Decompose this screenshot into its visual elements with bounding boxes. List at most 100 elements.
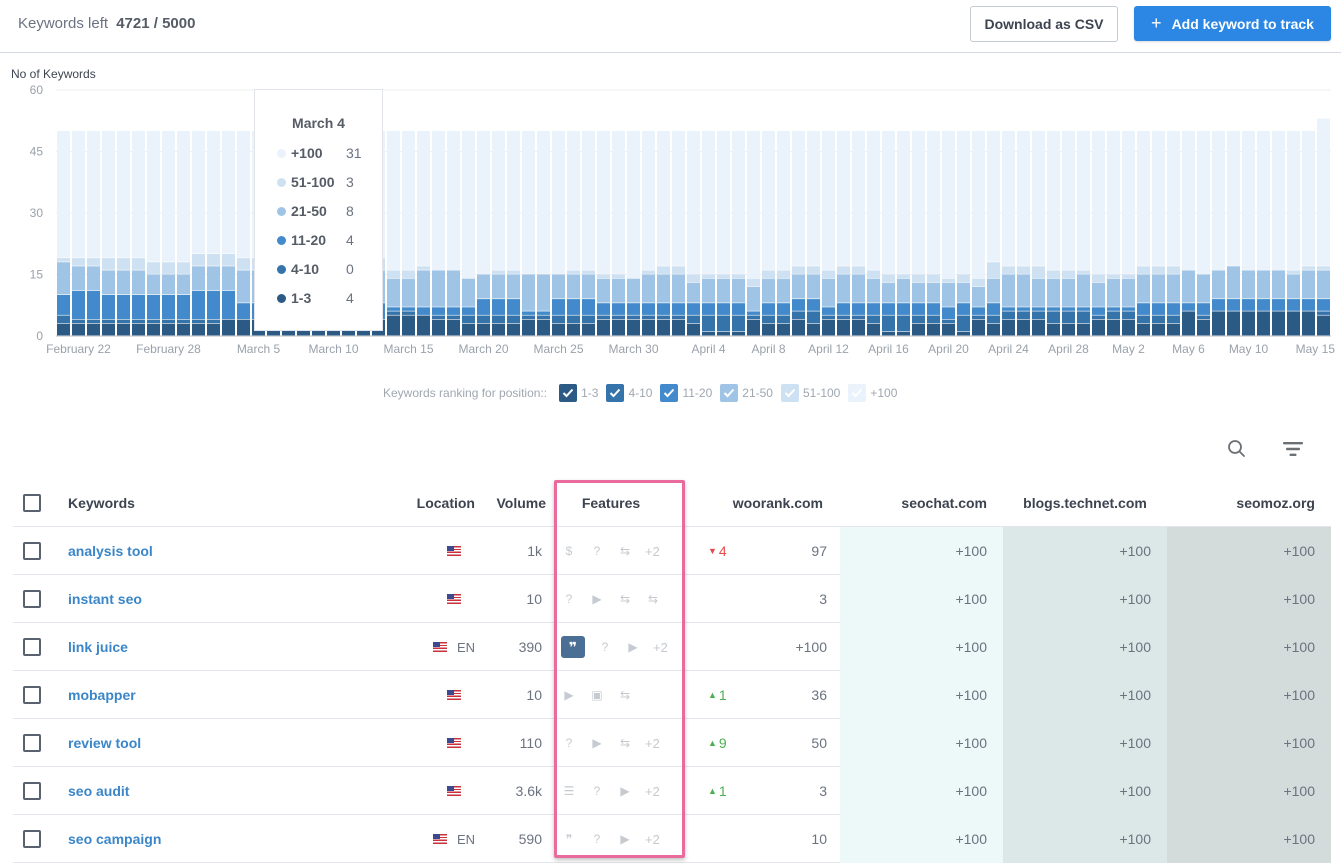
keyword-link[interactable]: analysis tool xyxy=(68,543,153,559)
header-seochat[interactable]: seochat.com xyxy=(840,479,987,527)
keyword-link[interactable]: link juice xyxy=(68,639,128,655)
bar-segment-1-3 xyxy=(1122,319,1135,336)
header-features[interactable]: Features xyxy=(556,479,666,527)
row-checkbox[interactable] xyxy=(23,782,41,800)
serp-feature-icon[interactable]: ? xyxy=(589,543,605,559)
more-features-count[interactable]: +2 xyxy=(645,832,660,847)
row-checkbox[interactable] xyxy=(23,686,41,704)
search-icon[interactable] xyxy=(1225,437,1249,461)
legend-toggle-1-3[interactable]: 1-3 xyxy=(559,384,598,402)
bar-segment-21-50 xyxy=(507,274,520,299)
select-all-checkbox[interactable] xyxy=(23,494,41,512)
bar-segment-+100 xyxy=(117,131,130,258)
row-checkbox[interactable] xyxy=(23,542,41,560)
serp-feature-icon[interactable]: ▣ xyxy=(589,687,605,703)
bar-segment-51-100 xyxy=(417,266,430,270)
bar-segment-51-100 xyxy=(657,266,670,274)
legend-label: 21-50 xyxy=(742,386,773,400)
bar-segment-+100 xyxy=(1182,131,1195,270)
keywords-left-value: 4721 / 5000 xyxy=(116,15,196,32)
y-tick-label: 45 xyxy=(30,145,44,159)
bar-segment-11-20 xyxy=(417,307,430,315)
more-features-count[interactable]: +2 xyxy=(645,544,660,559)
serp-feature-icon[interactable]: ▶ xyxy=(589,591,605,607)
legend-toggle-4-10[interactable]: 4-10 xyxy=(606,384,652,402)
bar-segment-21-50 xyxy=(492,274,505,299)
legend-toggle-11-20[interactable]: 11-20 xyxy=(660,384,712,402)
serp-feature-icon[interactable]: ▶ xyxy=(617,783,633,799)
header-location[interactable]: Location xyxy=(393,479,475,527)
bar-segment-51-100 xyxy=(912,274,925,283)
filter-icon[interactable] xyxy=(1281,437,1305,461)
bar-segment-1-3 xyxy=(1257,311,1270,336)
add-keyword-button[interactable]: + Add keyword to track xyxy=(1134,6,1331,41)
header-technet[interactable]: blogs.technet.com xyxy=(1003,479,1167,527)
header-seomoz[interactable]: seomoz.org xyxy=(1167,479,1315,527)
serp-feature-icon[interactable]: ? xyxy=(589,783,605,799)
series-dot-icon xyxy=(277,206,286,216)
serp-feature-icon[interactable]: ▶ xyxy=(617,831,633,847)
row-checkbox[interactable] xyxy=(23,734,41,752)
serp-feature-icon[interactable]: ❞ xyxy=(561,831,577,847)
us-flag-icon xyxy=(447,786,461,796)
keyword-link[interactable]: seo audit xyxy=(68,783,129,799)
download-csv-button[interactable]: Download as CSV xyxy=(970,6,1118,42)
keyword-link[interactable]: review tool xyxy=(68,735,141,751)
keyword-link[interactable]: mobapper xyxy=(68,687,136,703)
row-checkbox[interactable] xyxy=(23,590,41,608)
serp-feature-icon[interactable]: ▶ xyxy=(561,687,577,703)
bar-segment-1-3 xyxy=(1212,311,1225,336)
bar-segment-11-20 xyxy=(927,303,940,315)
row-checkbox[interactable] xyxy=(23,830,41,848)
tooltip-row: 11-20 4 xyxy=(277,231,377,249)
serp-feature-icon[interactable]: $ xyxy=(561,543,577,559)
bar-segment-+100 xyxy=(792,131,805,266)
us-flag-icon xyxy=(432,834,447,844)
tooltip-series-label: 1-3 xyxy=(291,290,312,306)
legend-toggle-51-100[interactable]: 51-100 xyxy=(780,384,840,402)
bar-segment-21-50 xyxy=(387,278,400,307)
bar-segment-51-100 xyxy=(1302,266,1315,270)
serp-feature-icon[interactable]: ⇆ xyxy=(617,735,633,751)
bar-segment-1-3 xyxy=(447,319,460,336)
serp-feature-icon[interactable]: ⇆ xyxy=(645,591,661,607)
serp-feature-icon[interactable]: ▶ xyxy=(625,639,641,655)
bar-segment-4-10 xyxy=(492,315,505,324)
bar-segment-51-100 xyxy=(402,270,415,278)
serp-features: ❞? ▶ +2 xyxy=(561,636,668,658)
header-keywords[interactable]: Keywords xyxy=(68,479,135,527)
legend-toggle-21-50[interactable]: 21-50 xyxy=(720,384,773,402)
tooltip-series-value: 0 xyxy=(346,261,354,277)
serp-feature-icon[interactable]: ? xyxy=(561,735,577,751)
seochat-position: +100 xyxy=(840,575,1003,623)
bar-segment-21-50 xyxy=(717,278,730,303)
bar-segment-51-100 xyxy=(747,278,760,287)
bar-segment-1-3 xyxy=(402,315,415,336)
row-checkbox[interactable] xyxy=(23,638,41,656)
bar-segment-51-100 xyxy=(177,262,190,274)
bar-segment-11-20 xyxy=(792,299,805,311)
more-features-count[interactable]: +2 xyxy=(645,784,660,799)
chart-legend: Keywords ranking for position:: 1-3 4-10 1… xyxy=(383,383,905,403)
bar-segment-4-10 xyxy=(102,319,115,324)
serp-feature-icon[interactable]: ? xyxy=(597,639,613,655)
keyword-link[interactable]: seo campaign xyxy=(68,831,161,847)
serp-feature-icon[interactable]: ❞ xyxy=(561,636,585,658)
legend-toggle-plus100[interactable]: +100 xyxy=(848,384,897,402)
header-woorank[interactable]: woorank.com xyxy=(685,479,823,527)
serp-feature-icon[interactable]: ? xyxy=(561,591,577,607)
serp-feature-icon[interactable]: ⇆ xyxy=(617,543,633,559)
serp-feature-icon[interactable]: ▶ xyxy=(589,735,605,751)
rankings-chart: 015304560February 22 February 28 March 5 Ma… xyxy=(30,83,1336,356)
more-features-count[interactable]: +2 xyxy=(645,736,660,751)
bar-segment-21-50 xyxy=(1182,270,1195,303)
more-features-count[interactable]: +2 xyxy=(653,640,668,655)
bar-segment-1-3 xyxy=(672,319,685,336)
keyword-link[interactable]: instant seo xyxy=(68,591,142,607)
serp-feature-icon[interactable]: ☰ xyxy=(561,783,577,799)
bar-segment-4-10 xyxy=(1092,315,1105,319)
serp-feature-icon[interactable]: ⇆ xyxy=(617,687,633,703)
serp-feature-icon[interactable]: ⇆ xyxy=(617,591,633,607)
serp-feature-icon[interactable]: ? xyxy=(589,831,605,847)
header-volume[interactable]: Volume xyxy=(483,479,546,527)
